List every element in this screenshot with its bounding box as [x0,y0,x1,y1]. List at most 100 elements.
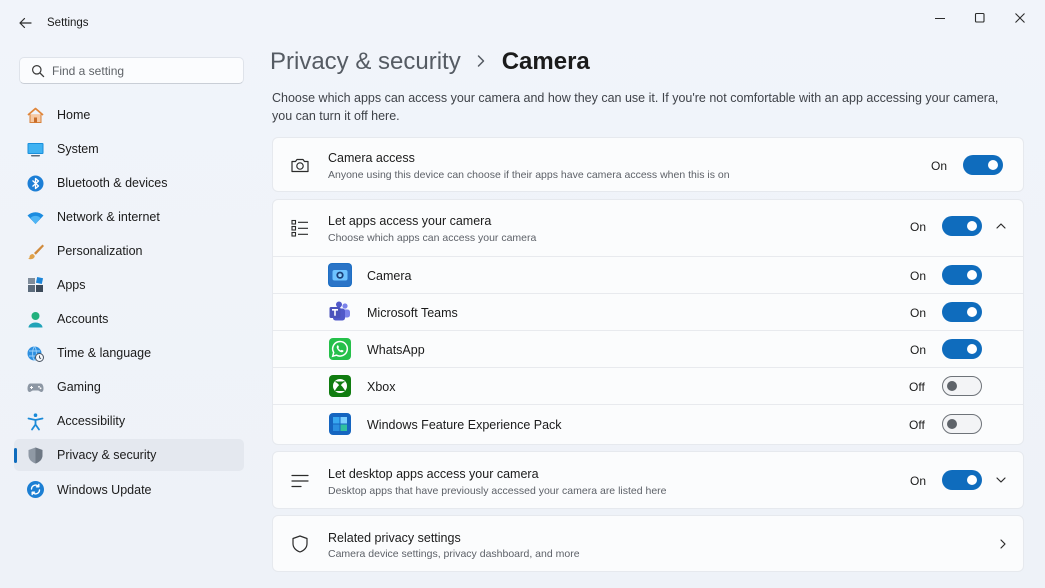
let-apps-card: Let apps access your camera Choose which… [272,199,1024,445]
toggle-knob [967,307,977,317]
teams-icon [328,300,352,324]
sidebar-item-label: Personalization [57,244,143,259]
brush-icon [26,242,45,261]
desktop-apps-subtitle: Desktop apps that have previously access… [328,485,667,497]
sidebar-item-label: Home [57,108,91,122]
app-name: Camera [367,269,412,283]
camera-access-toggle[interactable] [963,155,1003,175]
sidebar-item-label: System [57,142,99,157]
sidebar-item-home[interactable]: Home [14,99,244,131]
breadcrumb-parent[interactable]: Privacy & security [270,48,461,76]
sidebar-item-accessibility[interactable]: Accessibility [14,405,244,437]
related-settings-title: Related privacy settings [328,531,461,545]
title-bar: Settings [0,0,1045,46]
camera-icon [291,158,309,173]
list-lines-icon [291,474,309,488]
app-title: Settings [47,17,89,29]
app-state: On [910,343,927,357]
toggle-knob [988,160,998,170]
sidebar-item-personalization[interactable]: Personalization [14,235,244,267]
sidebar-item-label: Bluetooth & devices [57,176,168,191]
app-toggle-whatsapp[interactable] [942,339,982,359]
desktop-apps-toggle[interactable] [942,470,982,490]
collapse-button[interactable] [994,219,1008,233]
sidebar-item-bluetooth[interactable]: Bluetooth & devices [14,167,244,199]
sidebar-item-windows-update[interactable]: Windows Update [14,474,244,506]
app-list-icon [291,219,308,237]
sidebar-item-privacy-security[interactable]: Privacy & security [14,439,244,472]
let-apps-toggle[interactable] [942,216,982,236]
app-toggle-feature-pack[interactable] [942,414,982,434]
app-name: WhatsApp [367,343,425,357]
toggle-knob [967,475,977,485]
camera-access-title: Camera access [328,151,415,165]
gamepad-icon [26,378,45,397]
sidebar-item-apps[interactable]: Apps [14,269,244,301]
app-state: Off [909,380,925,394]
sidebar-item-time-language[interactable]: Time & language [14,337,244,369]
chevron-up-icon [996,223,1006,229]
related-settings-card[interactable]: Related privacy settings Camera device s… [272,515,1024,572]
chevron-right-icon [477,54,484,67]
xbox-icon [328,374,352,398]
app-row-teams: Microsoft Teams On [273,294,1023,331]
home-icon [26,106,45,125]
sidebar-item-label: Privacy & security [57,448,157,463]
camera-access-row: Camera access Anyone using this device c… [273,138,1023,193]
back-button[interactable] [16,14,34,32]
desktop-apps-title: Let desktop apps access your camera [328,467,539,481]
sidebar-item-accounts[interactable]: Accounts [14,303,244,335]
search-input[interactable] [52,58,238,83]
minimize-button[interactable] [926,8,954,28]
accessibility-icon [26,412,45,431]
app-state: On [910,269,927,283]
minimize-icon [935,18,945,19]
let-apps-title: Let apps access your camera [328,214,492,228]
sidebar-nav: Home System Bluetooth & devices Network … [14,99,244,508]
apps-icon [26,276,45,295]
chevron-right-icon [1000,539,1006,549]
let-apps-subtitle: Choose which apps can access your camera [328,232,537,244]
maximize-icon [974,12,985,23]
system-icon [26,140,45,159]
sidebar-item-label: Apps [57,278,86,293]
sidebar-item-label: Gaming [57,380,101,395]
feature-pack-icon [328,412,352,436]
app-toggle-camera[interactable] [942,265,982,285]
chevron-down-icon [996,477,1006,483]
back-arrow-icon [19,17,32,29]
sidebar-item-label: Network & internet [57,210,160,225]
app-name: Xbox [367,380,396,394]
breadcrumb: Privacy & security Camera [270,45,590,79]
let-apps-state: On [910,220,927,234]
sidebar-item-gaming[interactable]: Gaming [14,371,244,403]
sidebar-item-network[interactable]: Network & internet [14,201,244,233]
app-name: Microsoft Teams [367,306,458,320]
search-box[interactable] [19,57,244,84]
bluetooth-icon [26,174,45,193]
app-toggle-teams[interactable] [942,302,982,322]
sidebar-item-label: Accounts [57,312,109,327]
desktop-apps-row[interactable]: Let desktop apps access your camera Desk… [273,452,1023,510]
shield-outline-icon [292,535,308,553]
toggle-knob [967,344,977,354]
app-toggle-xbox[interactable] [942,376,982,396]
page-title: Camera [501,48,590,75]
app-row-xbox: Xbox Off [273,368,1023,405]
app-state: On [910,306,927,320]
app-state: Off [909,418,925,432]
shield-icon [26,446,45,465]
toggle-knob [947,381,957,391]
expand-button[interactable] [994,473,1008,487]
breadcrumb-separator [475,51,487,74]
let-apps-row[interactable]: Let apps access your camera Choose which… [273,200,1023,256]
related-settings-row[interactable]: Related privacy settings Camera device s… [273,516,1023,573]
maximize-button[interactable] [966,8,994,28]
camera-app-icon [328,263,352,287]
search-icon [32,65,45,78]
update-icon [26,480,45,499]
camera-access-card: Camera access Anyone using this device c… [272,137,1024,192]
sidebar-item-label: Time & language [57,346,152,361]
sidebar-item-system[interactable]: System [14,133,244,165]
close-button[interactable] [1006,8,1034,28]
